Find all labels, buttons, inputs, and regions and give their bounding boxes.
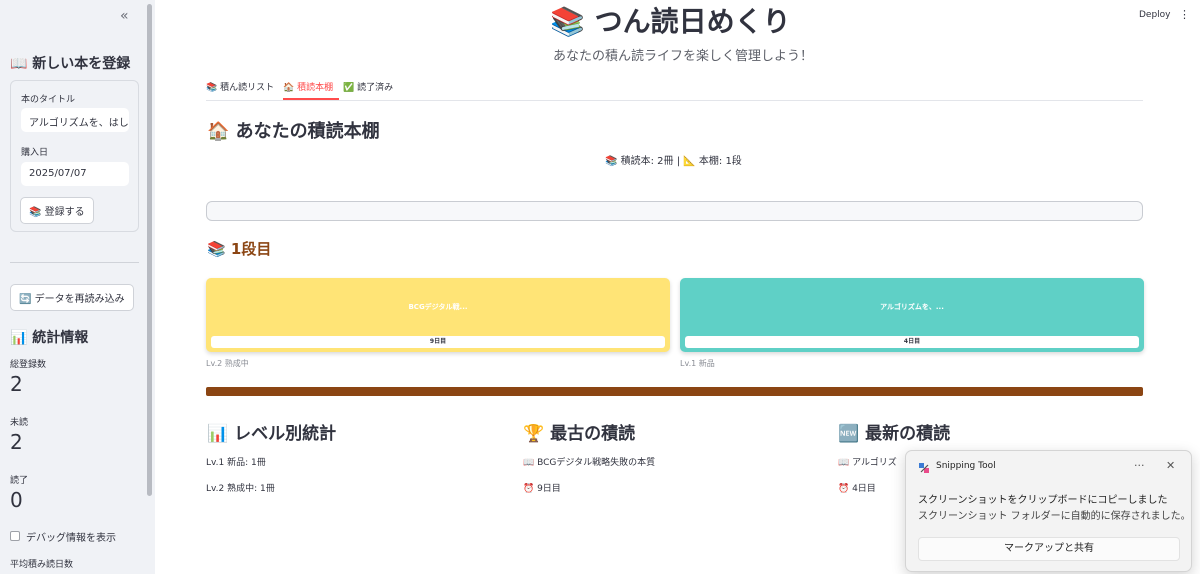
collapse-sidebar-icon[interactable]: «	[120, 8, 129, 24]
metric-total-label: 総登録数	[10, 360, 47, 370]
date-label: 購入日	[21, 148, 49, 158]
markup-share-button[interactable]: マークアップと共有	[918, 537, 1180, 561]
close-icon[interactable]: ✕	[1166, 459, 1175, 472]
metric-read-label: 読了	[10, 476, 29, 486]
metric-unread-value: 2	[10, 430, 23, 454]
book-level-caption: Lv.1 新品	[680, 359, 715, 368]
oldest-book: 📖 BCGデジタル戦略失敗の本質	[523, 458, 656, 468]
snipping-tool-notification: Snipping Tool ··· ✕ スクリーンショットをクリップボードにコピ…	[905, 450, 1192, 572]
book-title: アルゴリズムを、...	[880, 303, 944, 311]
book-card[interactable]: BCGデジタル戦... 9日目	[206, 278, 670, 352]
avg-days-label: 平均積み読日数	[10, 560, 74, 570]
shelf-level-title: 📚 1段目	[207, 240, 272, 258]
more-options-icon[interactable]: ···	[1134, 459, 1145, 472]
active-tab-indicator	[283, 98, 339, 100]
tab-bookshelf[interactable]: 🏠 積読本棚	[283, 80, 333, 93]
debug-checkbox[interactable]	[10, 531, 20, 541]
sidebar-scrollbar[interactable]	[147, 4, 152, 496]
metric-total-value: 2	[10, 372, 23, 396]
level-stats-title: 📊 レベル別統計	[207, 424, 337, 444]
shelf-summary: 📚 積読本: 2冊 | 📐 本棚: 1段	[605, 156, 742, 167]
newest-book: 📖 アルゴリズ	[838, 458, 897, 468]
tab-tsundoku-list[interactable]: 📚 積ん読リスト	[206, 80, 274, 93]
debug-checkbox-label[interactable]: デバッグ情報を表示	[26, 529, 116, 544]
register-button[interactable]: 📚 登録する	[20, 197, 94, 224]
stats-heading: 📊 統計情報	[10, 330, 89, 346]
register-heading: 📖 新しい本を登録	[10, 56, 131, 72]
register-form: 本のタイトル アルゴリズムを、はし 購入日 2025/07/07 📚 登録する	[10, 80, 139, 232]
page-subtitle: あなたの積ん読ライフを楽しく管理しよう！	[553, 49, 814, 64]
reload-button[interactable]: 🔄 データを再読み込み	[10, 284, 134, 311]
metric-read-value: 0	[10, 488, 23, 512]
menu-icon[interactable]: ⋮	[1179, 8, 1190, 21]
sidebar: « 📖 新しい本を登録 本のタイトル アルゴリズムを、はし 購入日 2025/0…	[0, 0, 155, 574]
oldest-days: ⏰ 9日目	[523, 484, 561, 494]
deploy-button[interactable]: Deploy	[1139, 10, 1171, 20]
book-title: BCGデジタル戦...	[408, 303, 468, 311]
tab-bar: 📚 積ん読リスト 🏠 積読本棚 ✅ 読了済み	[206, 76, 1143, 101]
sidebar-divider	[10, 262, 139, 263]
title-label: 本のタイトル	[21, 95, 76, 105]
notification-app-name: Snipping Tool	[936, 461, 996, 471]
metric-unread-label: 未読	[10, 418, 29, 428]
book-level-caption: Lv.2 熟成中	[206, 359, 249, 368]
notification-detail: スクリーンショット フォルダーに自動的に保存されました。	[918, 511, 1191, 522]
shelf-board	[206, 387, 1143, 396]
oldest-title: 🏆 最古の積読	[523, 424, 636, 444]
newest-title: 🆕 最新の積読	[838, 424, 951, 444]
level-stat-line: Lv.2 熟成中: 1冊	[206, 484, 275, 494]
title-input[interactable]: アルゴリズムを、はし	[21, 108, 129, 132]
tab-finished[interactable]: ✅ 読了済み	[343, 80, 393, 93]
notification-message: スクリーンショットをクリップボードにコピーしました	[918, 495, 1168, 506]
book-days-badge: 4日目	[685, 336, 1139, 348]
level-stat-line: Lv.1 新品: 1冊	[206, 458, 266, 468]
book-card[interactable]: アルゴリズムを、... 4日目	[680, 278, 1144, 352]
shelf-title: 🏠 あなたの積読本棚	[207, 121, 380, 142]
page-title: 📚 つん読日めくり	[550, 5, 791, 38]
book-days-badge: 9日目	[211, 336, 665, 348]
newest-days: ⏰ 4日目	[838, 484, 876, 494]
shelf-container	[206, 201, 1143, 221]
date-input[interactable]: 2025/07/07	[21, 162, 129, 186]
snipping-tool-icon	[919, 463, 929, 473]
